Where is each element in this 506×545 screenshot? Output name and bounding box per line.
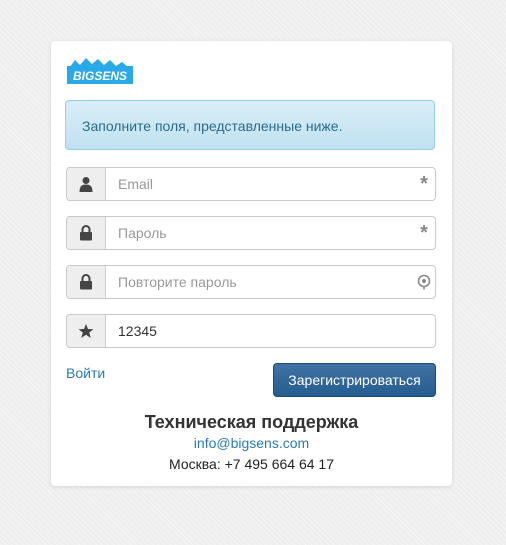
repeat-password-field [66,265,436,299]
code-field [66,314,436,348]
support-title: Техническая поддержка [144,412,359,432]
email-input[interactable] [106,168,413,200]
password-field: * [66,216,436,250]
bigsens-logo: BIGSENS [66,54,134,86]
support-section: Техническая поддержка info@bigsens.com М… [51,411,452,475]
lock-icon [67,266,106,298]
user-icon [67,168,106,200]
code-input[interactable] [106,315,435,347]
password-input[interactable] [106,217,413,249]
support-email-link[interactable]: info@bigsens.com [51,433,452,453]
register-button[interactable]: Зарегистрироваться [273,363,436,397]
info-alert-text: Заполните поля, представленные ниже. [82,118,343,134]
svg-text:BIGSENS: BIGSENS [73,69,127,83]
password-match-indicator-icon [413,266,435,298]
login-link[interactable]: Войти [66,365,105,381]
support-phone: Москва: +7 495 664 64 17 [169,456,334,472]
info-alert: Заполните поля, представленные ниже. [65,100,435,150]
star-icon [67,315,106,347]
lock-icon [67,217,106,249]
required-asterisk-icon: * [420,172,428,195]
required-asterisk-icon: * [420,221,428,244]
repeat-password-input[interactable] [106,266,413,298]
email-field: * [66,167,436,201]
registration-card: BIGSENS Заполните поля, представленные н… [51,41,452,486]
